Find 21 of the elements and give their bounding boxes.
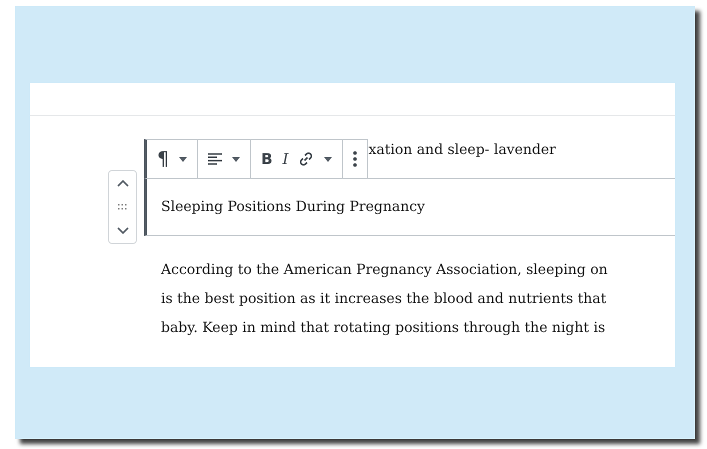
link-icon	[298, 151, 314, 167]
caret-icon	[324, 156, 332, 162]
caret-icon	[232, 156, 240, 162]
move-down-button[interactable]	[116, 226, 128, 235]
paragraph-line: baby. Keep in mind that rotating positions through the night is	[161, 319, 606, 338]
paragraph-text: xation and sleep- lavender	[368, 142, 556, 158]
paragraph-button[interactable]: ¶	[153, 144, 174, 174]
align-left-icon	[208, 153, 222, 165]
chevron-down-icon	[116, 226, 128, 235]
more-icon	[353, 151, 358, 167]
move-up-button[interactable]	[116, 179, 128, 188]
paragraph-line: is the best position as it increases the blood and nutrients that	[161, 290, 608, 309]
bold-button[interactable]: B	[257, 144, 277, 174]
caret-icon	[179, 156, 188, 162]
paragraph-line: According to the American Pregnancy Association, sleeping on	[161, 261, 609, 280]
heading-block[interactable]: Sleeping Positions During Pregnancy	[144, 178, 675, 236]
italic-button[interactable]: I	[278, 144, 292, 174]
drag-handle[interactable]	[118, 204, 127, 210]
heading-text: Sleeping Positions During Pregnancy	[161, 199, 425, 215]
chevron-up-icon	[116, 179, 128, 188]
drag-handle-icon	[118, 204, 127, 210]
